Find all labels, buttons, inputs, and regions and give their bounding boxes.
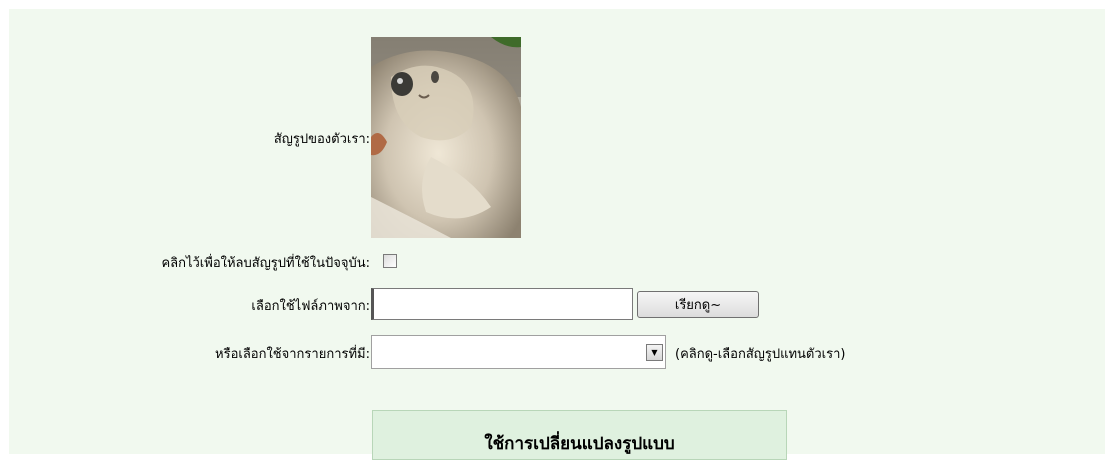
avatar-label: สัญรูปของตัวเรา: [273,132,370,147]
browse-button[interactable]: เรียกดู~ [637,291,759,318]
avatar-image [371,37,521,238]
delete-avatar-label: คลิกไว้เพื่อให้ลบสัญรูปที่ใช้ในปัจจุบัน: [161,256,370,271]
delete-avatar-checkbox[interactable] [383,254,397,268]
gallery-hint: (คลิกดู-เลือกสัญรูปแทนตัวเรา) [675,347,846,362]
gallery-label: หรือเลือกใช้จากรายการที่มี: [215,347,370,362]
gallery-select[interactable]: ▼ [371,335,666,369]
apply-changes-button[interactable]: ใช้การเปลี่ยนแปลงรูปแบบ [372,410,787,460]
file-path-input[interactable] [371,288,633,320]
file-upload-label: เลือกใช้ไฟล์ภาพจาก: [251,299,370,314]
settings-panel [9,9,1105,454]
dropdown-arrow-icon[interactable]: ▼ [646,344,663,361]
